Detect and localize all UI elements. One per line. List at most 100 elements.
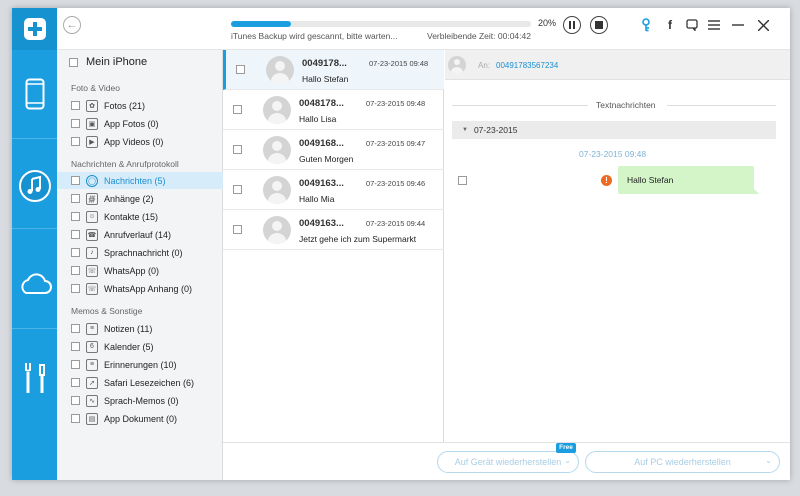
- back-button[interactable]: ←: [63, 16, 81, 34]
- minimize-button[interactable]: [731, 18, 745, 32]
- menu-button[interactable]: [707, 18, 721, 32]
- category-checkbox[interactable]: [71, 212, 80, 221]
- close-icon: [757, 19, 769, 31]
- left-rail: [12, 8, 57, 480]
- date-group-header[interactable]: ▼ 07-23-2015: [452, 121, 776, 139]
- category-item-whatsapp-attachments[interactable]: ☏ WhatsApp Anhang (0): [57, 280, 223, 297]
- message-list: 0049178... 07-23-2015 09:48 Hallo Stefan…: [223, 50, 444, 442]
- category-label: Sprachnachricht (0): [104, 247, 183, 258]
- rail-separator: [12, 328, 57, 329]
- category-checkbox[interactable]: [71, 230, 80, 239]
- message-row[interactable]: 0049163... 07-23-2015 09:44 Jetzt gehe i…: [223, 210, 444, 250]
- category-item-voicemail[interactable]: ♪ Sprachnachricht (0): [57, 244, 223, 261]
- app-videos-icon: ▶: [86, 135, 98, 148]
- recipient-label: An:: [478, 61, 491, 70]
- rail-device-button[interactable]: [12, 74, 57, 114]
- category-label: App Dokument (0): [104, 413, 178, 424]
- category-item-messages[interactable]: ◯ Nachrichten (5): [57, 172, 223, 189]
- category-item-attachments[interactable]: ∰ Anhänge (2): [57, 190, 223, 207]
- category-item-reminders[interactable]: ≡ Erinnerungen (10): [57, 356, 223, 373]
- scan-status-text: iTunes Backup wird gescannt, bitte warte…: [231, 31, 398, 41]
- category-checkbox[interactable]: [71, 324, 80, 333]
- restore-to-pc-label: Auf PC wiederherstellen: [634, 457, 731, 467]
- category-label: Anhänge (2): [104, 193, 154, 204]
- app-window: ← 20% iTunes Backup wird gescannt, bitte…: [12, 8, 790, 480]
- category-label: Fotos (21): [104, 100, 146, 111]
- category-item-safari-bookmarks[interactable]: ➚ Safari Lesezeichen (6): [57, 374, 223, 391]
- category-item-app-photos[interactable]: ▣ App Fotos (0): [57, 115, 223, 132]
- category-checkbox[interactable]: [71, 266, 80, 275]
- message-row[interactable]: 0048178... 07-23-2015 09:48 Hallo Lisa: [223, 90, 444, 130]
- scan-progress-fill: [231, 21, 291, 27]
- category-checkbox[interactable]: [71, 248, 80, 257]
- reminders-icon: ≡: [86, 358, 98, 371]
- category-checkbox[interactable]: [71, 396, 80, 405]
- cloud-icon: [20, 273, 52, 294]
- device-checkbox[interactable]: [69, 57, 78, 67]
- facebook-icon: f: [668, 18, 672, 32]
- category-checkbox[interactable]: [71, 194, 80, 203]
- message-row[interactable]: 0049178... 07-23-2015 09:48 Hallo Stefan: [223, 50, 444, 90]
- message-checkbox[interactable]: [233, 225, 242, 234]
- category-checkbox[interactable]: [71, 360, 80, 369]
- message-checkbox[interactable]: [233, 105, 242, 114]
- rail-itunes-button[interactable]: [12, 166, 57, 206]
- stop-button[interactable]: [590, 16, 608, 34]
- category-item-whatsapp[interactable]: ☏ WhatsApp (0): [57, 262, 223, 279]
- pause-icon: [569, 21, 575, 29]
- message-preview: Hallo Stefan: [302, 74, 349, 84]
- message-datetime: 07-23-2015 09:48: [579, 149, 647, 159]
- category-panel: Mein iPhone Foto & Video ✿ Fotos (21) ▣ …: [57, 50, 223, 480]
- message-checkbox[interactable]: [236, 65, 245, 74]
- category-item-voice-memos[interactable]: ∿ Sprach-Memos (0): [57, 392, 223, 409]
- chevron-down-icon: ⌄: [564, 456, 571, 465]
- category-checkbox[interactable]: [71, 284, 80, 293]
- rail-icloud-button[interactable]: [12, 266, 57, 302]
- category-item-contacts[interactable]: ☺ Kontakte (15): [57, 208, 223, 225]
- category-checkbox[interactable]: [71, 101, 80, 110]
- category-item-app-documents[interactable]: ▤ App Dokument (0): [57, 410, 223, 427]
- attachment-icon: ∰: [86, 192, 98, 205]
- message-sender: 0049163...: [299, 218, 344, 229]
- message-row[interactable]: 0049163... 07-23-2015 09:46 Hallo Mia: [223, 170, 444, 210]
- message-checkbox[interactable]: [233, 145, 242, 154]
- category-item-call-history[interactable]: ☎ Anrufverlauf (14): [57, 226, 223, 243]
- whatsapp-icon: ☏: [86, 264, 98, 277]
- feedback-icon: [686, 19, 698, 31]
- message-checkbox[interactable]: [458, 176, 467, 185]
- category-checkbox[interactable]: [71, 414, 80, 423]
- message-preview: Jetzt gehe ich zum Supermarkt: [299, 234, 417, 244]
- close-button[interactable]: [756, 18, 770, 32]
- category-checkbox[interactable]: [71, 342, 80, 351]
- remaining-time-text: Verbleibende Zeit: 00:04:42: [427, 31, 531, 41]
- divider: [452, 105, 588, 106]
- chevron-down-icon: ⌄: [765, 456, 772, 465]
- restore-to-device-button[interactable]: Auf Gerät wiederherstellen ⌄: [437, 451, 579, 473]
- message-preview: Guten Morgen: [299, 154, 354, 164]
- facebook-button[interactable]: f: [663, 18, 677, 32]
- category-item-calendar[interactable]: 6 Kalender (5): [57, 338, 223, 355]
- app-photos-icon: ▣: [86, 117, 98, 130]
- category-checkbox[interactable]: [71, 119, 80, 128]
- category-item-notes[interactable]: ≡ Notizen (11): [57, 320, 223, 337]
- category-item-app-videos[interactable]: ▶ App Videos (0): [57, 133, 223, 150]
- restore-to-pc-button[interactable]: Auf PC wiederherstellen ⌄: [585, 451, 780, 473]
- category-checkbox[interactable]: [71, 378, 80, 387]
- pause-button[interactable]: [563, 16, 581, 34]
- category-item-photos[interactable]: ✿ Fotos (21): [57, 97, 223, 114]
- category-checkbox[interactable]: [71, 176, 80, 185]
- section-label: Textnachrichten: [593, 100, 659, 110]
- phone-icon: [25, 78, 44, 110]
- key-button[interactable]: [639, 18, 653, 32]
- feedback-button[interactable]: [685, 18, 699, 32]
- message-row[interactable]: 0049168... 07-23-2015 09:47 Guten Morgen: [223, 130, 444, 170]
- device-header[interactable]: Mein iPhone: [69, 56, 147, 68]
- message-sender: 0049163...: [299, 178, 344, 189]
- category-label: Kontakte (15): [104, 211, 159, 222]
- message-checkbox[interactable]: [233, 185, 242, 194]
- category-checkbox[interactable]: [71, 137, 80, 146]
- rail-tools-button[interactable]: [12, 360, 57, 396]
- category-label: Anrufverlauf (14): [104, 229, 172, 240]
- top-bar: ← 20% iTunes Backup wird gescannt, bitte…: [57, 8, 790, 50]
- free-badge: Free: [556, 443, 576, 453]
